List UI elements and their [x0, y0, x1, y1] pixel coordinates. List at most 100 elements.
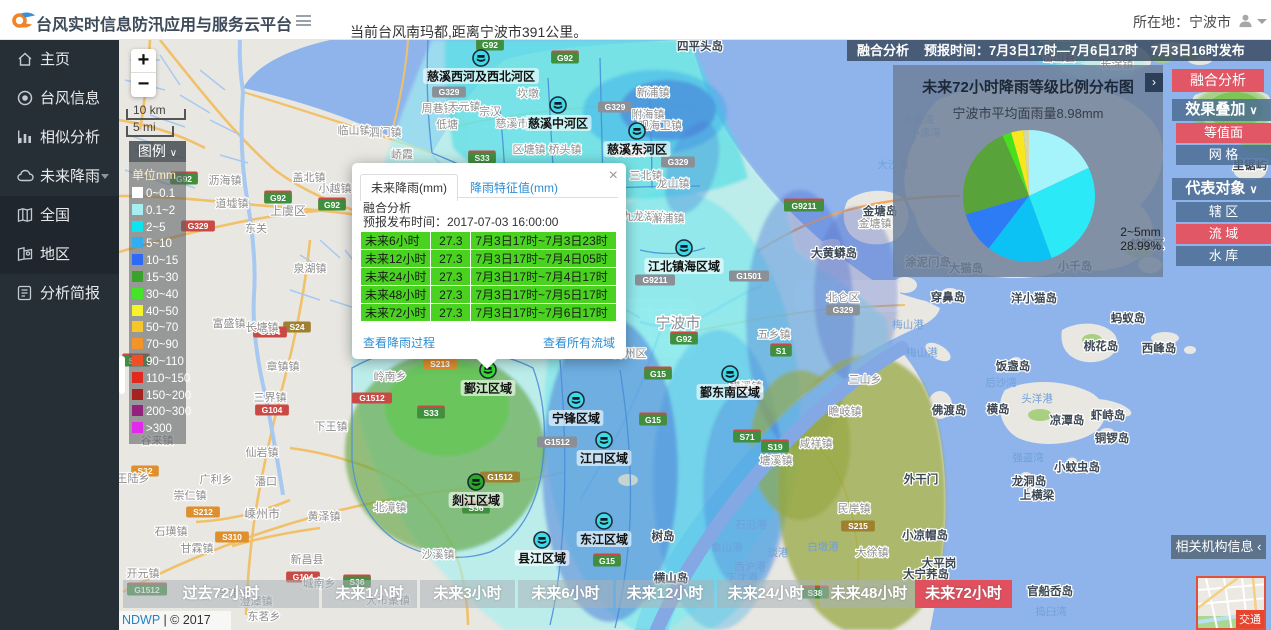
- svg-text:G329: G329: [833, 305, 854, 315]
- svg-text:佛渡岛: 佛渡岛: [931, 403, 967, 417]
- svg-text:区塘镇: 区塘镇: [513, 142, 546, 156]
- svg-text:三界镇: 三界镇: [254, 390, 287, 404]
- svg-text:县江区域: 县江区域: [518, 551, 566, 566]
- svg-text:G9211: G9211: [642, 275, 667, 285]
- svg-text:G92: G92: [557, 53, 573, 63]
- svg-text:S24: S24: [289, 322, 304, 332]
- svg-text:东关: 东关: [245, 221, 267, 235]
- svg-text:西峰岛: 西峰岛: [1142, 341, 1177, 355]
- svg-text:G329: G329: [439, 87, 460, 97]
- svg-text:S1: S1: [776, 346, 787, 356]
- svg-text:G1501: G1501: [736, 271, 762, 281]
- svg-text:G15: G15: [650, 369, 666, 379]
- svg-text:塘溪镇: 塘溪镇: [760, 453, 793, 467]
- svg-text:G9211: G9211: [791, 201, 816, 211]
- svg-text:慈溪西河及西北河区: 慈溪西河及西北河区: [427, 69, 535, 84]
- svg-text:G1512: G1512: [487, 472, 513, 482]
- svg-text:树岛: 树岛: [652, 529, 675, 543]
- svg-text:泗门镇: 泗门镇: [369, 125, 402, 139]
- svg-text:宗汉: 宗汉: [479, 104, 501, 118]
- svg-text:沙溪镇: 沙溪镇: [422, 547, 455, 561]
- svg-text:龙山镇: 龙山镇: [657, 176, 690, 190]
- svg-text:饭盏岛: 饭盏岛: [995, 359, 1031, 373]
- svg-text:S19: S19: [767, 442, 782, 452]
- svg-text:桃花岛: 桃花岛: [1084, 339, 1119, 353]
- svg-text:岭南乡: 岭南乡: [374, 369, 407, 383]
- svg-text:G15: G15: [645, 415, 661, 425]
- svg-text:新浦镇: 新浦镇: [637, 85, 670, 99]
- svg-text:官船岙岛: 官船岙岛: [1027, 584, 1073, 598]
- svg-text:章镇镇: 章镇镇: [267, 359, 300, 373]
- svg-text:北漳镇: 北漳镇: [374, 500, 407, 514]
- svg-text:G329: G329: [605, 102, 626, 112]
- svg-text:广利乡: 广利乡: [200, 473, 233, 486]
- svg-text:峤霞: 峤霞: [391, 148, 413, 161]
- svg-text:江北镇海区域: 江北镇海区域: [648, 259, 720, 274]
- svg-text:大黄蟒岛: 大黄蟒岛: [811, 246, 857, 260]
- svg-text:G92: G92: [676, 334, 692, 344]
- svg-text:天元镇: 天元镇: [448, 99, 481, 113]
- svg-text:金塘镇: 金塘镇: [859, 216, 892, 230]
- svg-text:金塘岛: 金塘岛: [862, 204, 898, 218]
- svg-text:后沙湾: 后沙湾: [985, 376, 1017, 389]
- svg-text:江口区域: 江口区域: [580, 451, 628, 466]
- svg-text:三山乡: 三山乡: [849, 373, 882, 386]
- svg-text:民岸镇: 民岸镇: [838, 501, 871, 515]
- svg-text:低塘: 低塘: [436, 117, 458, 131]
- svg-text:坎墩: 坎墩: [517, 86, 539, 100]
- svg-text:开元镇: 开元镇: [127, 566, 160, 580]
- svg-text:下王镇: 下王镇: [315, 419, 348, 433]
- svg-text:白墩港: 白墩港: [807, 540, 839, 553]
- svg-text:北仑区: 北仑区: [827, 290, 860, 304]
- svg-text:G329: G329: [188, 221, 209, 231]
- svg-text:小凉帽岛: 小凉帽岛: [901, 528, 948, 542]
- svg-text:龙洞岛: 龙洞岛: [1011, 474, 1047, 488]
- svg-text:凉潭岛: 凉潭岛: [1050, 413, 1085, 427]
- svg-text:富盛镇: 富盛镇: [213, 316, 246, 330]
- svg-text:头洋港: 头洋港: [1021, 392, 1053, 405]
- svg-text:王陆乡: 王陆乡: [119, 471, 150, 485]
- svg-text:慈溪市: 慈溪市: [496, 116, 529, 130]
- svg-text:S71: S71: [739, 432, 754, 442]
- svg-text:小越镇: 小越镇: [319, 181, 352, 195]
- svg-text:淡港: 淡港: [768, 547, 789, 559]
- svg-text:横岛: 横岛: [987, 402, 1010, 416]
- svg-text:盖北镇: 盖北镇: [293, 170, 326, 184]
- svg-text:G104: G104: [262, 405, 283, 415]
- svg-text:宁锋区域: 宁锋区域: [552, 411, 600, 426]
- svg-text:S212: S212: [193, 507, 213, 517]
- svg-text:鄞江区域: 鄞江区域: [464, 381, 512, 396]
- svg-text:嵊州市: 嵊州市: [244, 506, 280, 521]
- svg-text:长塘镇: 长塘镇: [246, 320, 279, 334]
- svg-text:穿鼻岛: 穿鼻岛: [931, 290, 966, 304]
- svg-text:宁波市: 宁波市: [655, 315, 700, 332]
- svg-text:G329: G329: [668, 157, 689, 167]
- svg-text:东茗乡: 东茗乡: [248, 610, 281, 623]
- svg-text:石沿港: 石沿港: [735, 519, 767, 531]
- svg-text:G92: G92: [324, 200, 340, 210]
- svg-text:强盗湾: 强盗湾: [1012, 451, 1044, 464]
- svg-text:潘口: 潘口: [255, 475, 277, 488]
- svg-text:捣臼湾: 捣臼湾: [1035, 605, 1067, 618]
- svg-text:泉湖镇: 泉湖镇: [294, 261, 327, 275]
- svg-text:大宁荞岛: 大宁荞岛: [903, 567, 949, 581]
- svg-text:石璜镇: 石璜镇: [155, 524, 188, 538]
- svg-text:附海镇: 附海镇: [632, 107, 665, 121]
- svg-text:梅山港: 梅山港: [892, 318, 924, 331]
- svg-text:S33: S33: [474, 153, 489, 163]
- svg-text:鄞东南区域: 鄞东南区域: [700, 385, 760, 400]
- svg-text:五乡镇: 五乡镇: [758, 327, 791, 341]
- svg-text:甘霖镇: 甘霖镇: [181, 541, 214, 555]
- svg-text:桥头镇: 桥头镇: [549, 142, 582, 156]
- svg-text:大平岗: 大平岗: [922, 556, 957, 570]
- svg-text:铜锣岛: 铜锣岛: [1094, 431, 1130, 445]
- svg-text:G1512: G1512: [544, 437, 570, 447]
- svg-text:仙岩镇: 仙岩镇: [246, 445, 279, 459]
- svg-text:剡江区域: 剡江区域: [452, 493, 500, 508]
- svg-text:大徐镇: 大徐镇: [856, 545, 889, 559]
- svg-text:S310: S310: [222, 532, 242, 542]
- svg-text:小蚊虫岛: 小蚊虫岛: [1053, 460, 1100, 474]
- svg-text:S33: S33: [423, 408, 438, 418]
- svg-text:道墟镇: 道墟镇: [216, 196, 249, 210]
- svg-text:梅山港: 梅山港: [906, 346, 938, 359]
